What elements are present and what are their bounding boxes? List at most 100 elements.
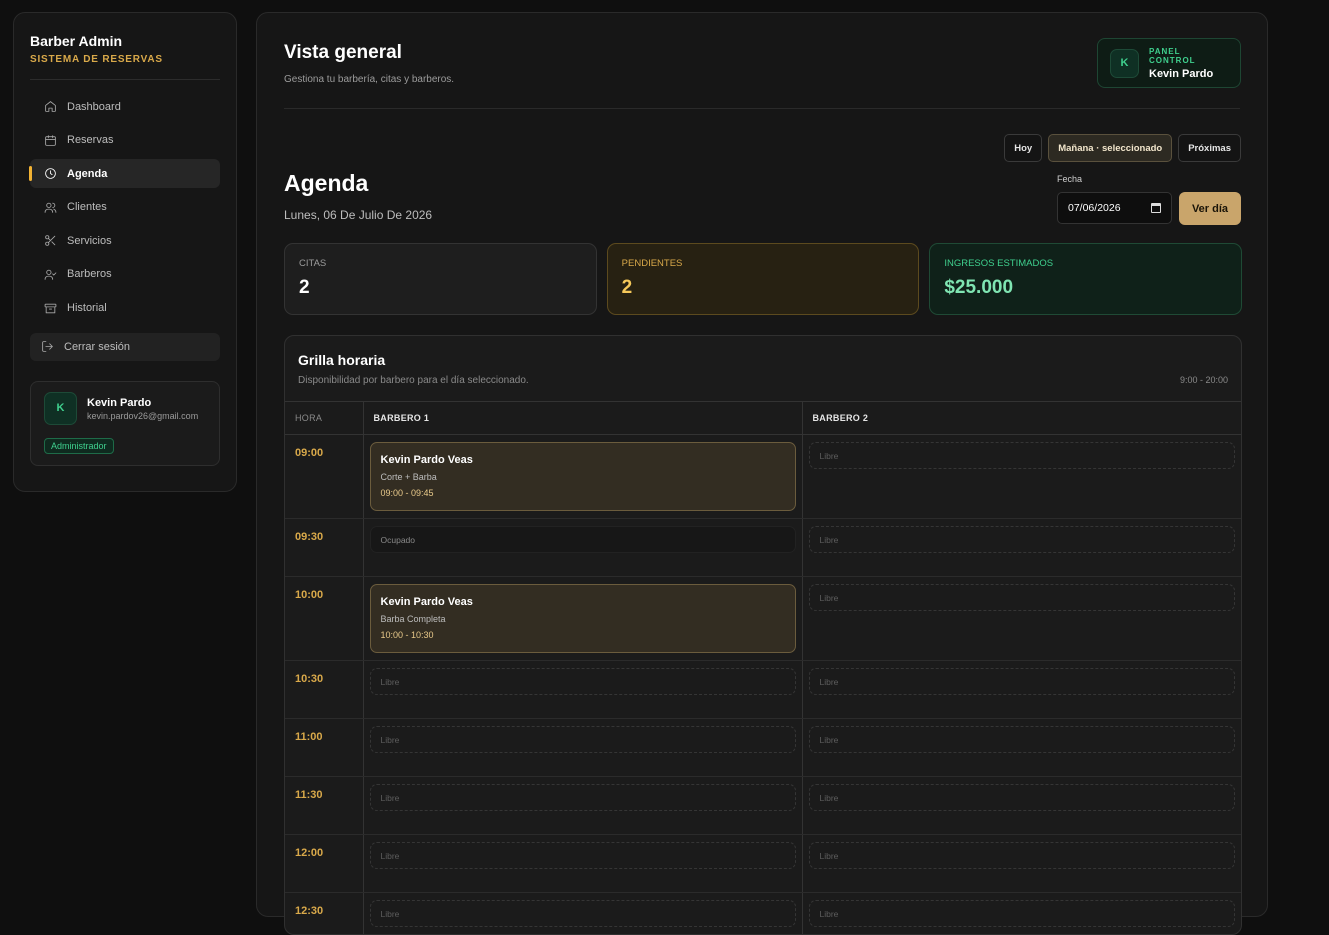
sidebar-item-clientes[interactable]: Clientes <box>30 193 220 222</box>
calendar-icon <box>43 133 57 147</box>
filter-upcoming-button[interactable]: Próximas <box>1178 134 1241 162</box>
sidebar-item-historial[interactable]: Historial <box>30 294 220 323</box>
grid-subtitle: Disponibilidad por barbero para el día s… <box>298 375 529 386</box>
free-slot[interactable]: Libre <box>809 526 1236 553</box>
schedule-grid: Grilla horaria Disponibilidad por barber… <box>284 335 1242 935</box>
barbero-1-cell: Libre <box>363 719 802 777</box>
free-slot[interactable]: Libre <box>370 726 796 753</box>
sidebar-item-reservas[interactable]: Reservas <box>30 126 220 155</box>
appointment-client: Kevin Pardo Veas <box>381 596 785 608</box>
page-subtitle: Gestiona tu barbería, citas y barberos. <box>284 74 454 85</box>
date-value: 07/06/2026 <box>1068 202 1121 214</box>
barbero-1-cell: Kevin Pardo VeasCorte + Barba09:00 - 09:… <box>363 435 802 519</box>
view-day-button[interactable]: Ver día <box>1179 192 1241 225</box>
filter-today-button[interactable]: Hoy <box>1004 134 1042 162</box>
time-cell: 10:00 <box>285 577 363 661</box>
user-check-icon <box>43 267 57 281</box>
appointment-time: 10:00 - 10:30 <box>381 630 785 640</box>
barbero-2-cell: Libre <box>802 435 1241 519</box>
free-slot[interactable]: Libre <box>370 900 796 927</box>
main-panel: Vista general Gestiona tu barbería, cita… <box>256 12 1268 917</box>
free-slot[interactable]: Libre <box>370 784 796 811</box>
free-slot[interactable]: Libre <box>809 584 1236 611</box>
panel-user-name: Kevin Pardo <box>1149 68 1228 80</box>
free-slot[interactable]: Libre <box>809 842 1236 869</box>
busy-slot: Ocupado <box>370 526 796 553</box>
free-slot[interactable]: Libre <box>809 442 1236 469</box>
time-cell: 11:30 <box>285 777 363 835</box>
panel-label: PANEL CONTROL <box>1149 47 1228 65</box>
agenda-title: Agenda <box>284 170 368 197</box>
avatar: K <box>1110 49 1139 78</box>
free-slot[interactable]: Libre <box>809 726 1236 753</box>
barbero-1-cell: Libre <box>363 893 802 935</box>
appointment-time: 09:00 - 09:45 <box>381 488 785 498</box>
divider <box>30 79 220 80</box>
sidebar-item-agenda[interactable]: Agenda <box>30 159 220 188</box>
date-label: Fecha <box>1057 174 1082 184</box>
sidebar-item-label: Reservas <box>67 134 113 146</box>
role-badge: Administrador <box>44 438 114 454</box>
sidebar-item-label: Historial <box>67 302 107 314</box>
barbero-1-cell: Kevin Pardo Veas Barba Completa 10:00 - 10… <box>363 577 802 661</box>
sidebar-item-label: Dashboard <box>67 101 121 113</box>
barbero-2-cell: Libre <box>802 777 1241 835</box>
sidebar-item-servicios[interactable]: Servicios <box>30 226 220 255</box>
sidebar-item-label: Barberos <box>67 268 112 280</box>
free-slot[interactable]: Libre <box>809 784 1236 811</box>
barbero-1-cell: Libre <box>363 777 802 835</box>
table-row: 12:30LibreLibre <box>285 893 1241 935</box>
time-cell: 12:00 <box>285 835 363 893</box>
logout-button[interactable]: Cerrar sesión <box>30 333 220 361</box>
brand-subtitle: SISTEMA DE RESERVAS <box>30 54 220 65</box>
stat-citas: CITAS 2 <box>284 243 597 315</box>
logout-label: Cerrar sesión <box>64 341 130 353</box>
sidebar-item-barberos[interactable]: Barberos <box>30 260 220 289</box>
time-cell: 09:00 <box>285 435 363 519</box>
home-icon <box>43 100 57 114</box>
free-slot[interactable]: Libre <box>370 668 796 695</box>
appointment-card[interactable]: Kevin Pardo Veas Barba Completa 10:00 - 10… <box>370 584 796 653</box>
page-title: Vista general <box>284 42 402 64</box>
calendar-icon[interactable] <box>1151 203 1161 213</box>
barbero-2-cell: Libre <box>802 719 1241 777</box>
barbero-2-cell: Libre <box>802 577 1241 661</box>
sidebar-item-dashboard[interactable]: Dashboard <box>30 92 220 121</box>
filter-tomorrow-button[interactable]: Mañana · seleccionado <box>1048 134 1172 162</box>
stat-label: PENDIENTES <box>622 258 905 269</box>
free-slot[interactable]: Libre <box>809 900 1236 927</box>
sidebar-item-label: Agenda <box>67 168 107 180</box>
agenda-date: Lunes, 06 De Julio De 2026 <box>284 208 432 222</box>
date-input[interactable]: 07/06/2026 <box>1057 192 1172 224</box>
appointment-service: Corte + Barba <box>381 472 785 482</box>
time-cell: 09:30 <box>285 519 363 577</box>
table-row: 10:00 Kevin Pardo Veas Barba Completa 10:00… <box>285 577 1241 661</box>
users-icon <box>43 200 57 214</box>
barbero-2-cell: Libre <box>802 893 1241 935</box>
appointment-card[interactable]: Kevin Pardo VeasCorte + Barba09:00 - 09:… <box>370 442 796 511</box>
stat-ingresos: INGRESOS ESTIMADOS $25.000 <box>929 243 1242 315</box>
archive-icon <box>43 301 57 315</box>
table-row: 11:30 Libre Libre <box>285 777 1241 835</box>
avatar: K <box>44 392 77 425</box>
scissors-icon <box>43 234 57 248</box>
free-slot[interactable]: Libre <box>370 842 796 869</box>
clock-icon <box>43 167 57 181</box>
divider <box>284 108 1240 109</box>
barbero-1-cell: Ocupado <box>363 519 802 577</box>
user-name: Kevin Pardo <box>87 397 198 409</box>
table-row: 09:00Kevin Pardo VeasCorte + Barba09:00 … <box>285 435 1241 519</box>
grid-title: Grilla horaria <box>298 352 385 368</box>
barbero-2-cell: Libre <box>802 519 1241 577</box>
stats-row: CITAS 2 PENDIENTES 2 INGRESOS ESTIMADOS … <box>284 243 1242 315</box>
user-card: K Kevin Pardo kevin.pardov26@gmail.com A… <box>30 381 220 466</box>
logout-icon <box>41 340 54 353</box>
brand-title: Barber Admin <box>30 33 220 49</box>
stat-value: 2 <box>299 277 582 299</box>
free-slot[interactable]: Libre <box>809 668 1236 695</box>
barbero-1-cell: Libre <box>363 661 802 719</box>
column-header-hora: HORA <box>285 402 363 435</box>
table-row: 10:30LibreLibre <box>285 661 1241 719</box>
table-row: 09:30 Ocupado Libre <box>285 519 1241 577</box>
appointment-service: Barba Completa <box>381 614 785 624</box>
